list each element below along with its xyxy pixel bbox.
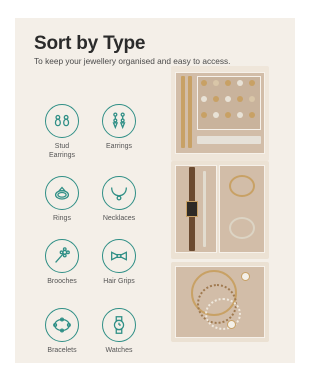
stud-earring: [237, 112, 243, 118]
category-watches: Watches: [89, 308, 149, 356]
category-earrings: Earrings: [89, 104, 149, 152]
ring-icon: [45, 176, 79, 210]
chain-bracelet: [181, 76, 185, 148]
hair-grip-icon: [102, 239, 136, 273]
gold-bangle: [229, 175, 255, 197]
category-bracelets: Bracelets: [32, 308, 92, 356]
stud-earring: [237, 96, 243, 102]
pearl-bangle: [229, 217, 255, 239]
stud-earring: [201, 112, 207, 118]
brooch-icon: [45, 239, 79, 273]
category-label: Brooches: [47, 278, 77, 285]
stud-earring: [225, 80, 231, 86]
stud-earring: [249, 80, 255, 86]
category-necklaces: Necklaces: [89, 176, 149, 224]
stud-earring: [237, 80, 243, 86]
category-hair-grips: Hair Grips: [89, 239, 149, 287]
flower-charm: [241, 272, 250, 281]
category-stud-earrings: Stud Earrings: [32, 104, 92, 160]
pearl-strand: [203, 171, 206, 247]
photo-necklace-tray: [171, 262, 269, 342]
stud-earring: [213, 80, 219, 86]
category-label: Hair Grips: [103, 278, 135, 285]
tennis-bracelet: [197, 136, 261, 144]
page-subtitle: To keep your jewellery organised and eas…: [34, 56, 231, 66]
stud-earring: [213, 96, 219, 102]
page-title: Sort by Type: [34, 33, 146, 54]
category-label: Bracelets: [47, 347, 77, 354]
necklace-icon: [102, 176, 136, 210]
stud-earrings-icon: [45, 104, 79, 138]
stud-earring: [201, 80, 207, 86]
chain-bracelet: [188, 76, 192, 148]
category-rings: Rings: [32, 176, 92, 224]
photo-watch-bracelet-tray: [171, 161, 269, 259]
stud-earring: [201, 96, 207, 102]
earrings-icon: [102, 104, 136, 138]
category-label: Necklaces: [102, 215, 136, 222]
watch-face: [186, 201, 198, 217]
category-label: Watches: [105, 347, 133, 354]
category-label: Earrings: [105, 143, 133, 150]
stud-earring: [225, 112, 231, 118]
stud-earring: [213, 112, 219, 118]
stud-earring: [249, 96, 255, 102]
stud-earring: [249, 112, 255, 118]
category-label: Rings: [53, 215, 71, 222]
category-brooches: Brooches: [32, 239, 92, 287]
bracelet-icon: [45, 308, 79, 342]
stud-earring: [225, 96, 231, 102]
photo-ring-earring-tray: [171, 66, 269, 161]
watch-icon: [102, 308, 136, 342]
category-label: Stud Earrings: [48, 143, 76, 159]
flower-charm: [227, 320, 236, 329]
